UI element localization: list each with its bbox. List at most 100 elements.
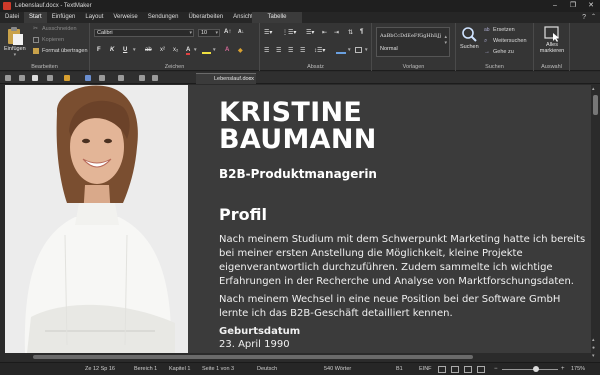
underline-button[interactable]: U: [123, 47, 127, 53]
font-color-button[interactable]: A: [186, 47, 191, 55]
close-icon[interactable]: ✕: [582, 0, 600, 12]
italic-button[interactable]: K: [110, 47, 114, 53]
save-icon[interactable]: [85, 75, 91, 81]
goto-button[interactable]: → Gehe zu: [484, 49, 514, 55]
status-insert-mode[interactable]: EINF: [419, 366, 432, 372]
candidate-name: KRISTINE BAUMANN: [219, 97, 377, 155]
vertical-scrollbar[interactable]: ▴ ▴ ● ▾: [591, 85, 600, 365]
status-language[interactable]: Deutsch: [257, 366, 277, 372]
zoom-slider-handle[interactable]: [533, 366, 539, 372]
replace-icon: ab: [484, 27, 490, 33]
scrollbar-thumb[interactable]: [593, 95, 598, 115]
tab-start[interactable]: Start: [24, 12, 47, 23]
browse-object-icon[interactable]: ●: [592, 345, 595, 351]
chevron-down-icon[interactable]: ▾: [365, 47, 368, 53]
view-outline-icon[interactable]: [464, 366, 472, 373]
style-preview: AaBbCcDdEeFfGgHhIiJj: [380, 33, 442, 39]
group-label-zeichen: Zeichen: [164, 64, 185, 70]
redo-icon[interactable]: [118, 75, 124, 81]
multilevel-list-icon[interactable]: ☰▾: [306, 29, 314, 36]
gallery-expand-icon[interactable]: ▴ ▾: [444, 34, 447, 46]
collapse-ribbon-icon[interactable]: ⌃: [591, 12, 596, 23]
tab-verweise[interactable]: Verweise: [108, 12, 142, 23]
paste-button[interactable]: Einfügen ▾: [4, 26, 26, 58]
next-page-icon[interactable]: ▾: [592, 353, 595, 359]
tab-ueberarbeiten[interactable]: Überarbeiten: [183, 12, 228, 23]
document-icon[interactable]: [47, 75, 53, 81]
select-pointer-icon[interactable]: [139, 75, 145, 81]
strikethrough-button[interactable]: ab: [145, 47, 152, 53]
chevron-down-icon[interactable]: ▾: [133, 47, 136, 53]
justify-icon[interactable]: ☰: [300, 47, 305, 54]
horizontal-scrollbar[interactable]: [5, 353, 591, 361]
customize-icon[interactable]: [152, 75, 158, 81]
help-icon[interactable]: ?: [582, 12, 586, 23]
tab-tabelle[interactable]: Tabelle: [252, 12, 302, 23]
font-name-select[interactable]: Calibri ▾: [94, 29, 194, 37]
increase-indent-icon[interactable]: ⇥: [334, 29, 339, 36]
replace-button[interactable]: ab Ersetzen: [484, 27, 515, 33]
numbered-list-icon[interactable]: ⋮☰▾: [282, 29, 296, 36]
select-all-button[interactable]: Alles markieren: [536, 26, 568, 54]
grow-font-icon[interactable]: A↑: [224, 29, 231, 35]
horizontal-scrollbar-thumb[interactable]: [33, 355, 473, 359]
superscript-button[interactable]: x²: [160, 47, 165, 53]
chevron-down-icon[interactable]: ▾: [213, 47, 216, 53]
format-painter-button[interactable]: Format übertragen: [33, 48, 88, 54]
align-right-icon[interactable]: ☰: [288, 47, 293, 54]
subscript-button[interactable]: x₂: [173, 47, 178, 53]
borders-icon[interactable]: [355, 47, 362, 53]
font-size-select[interactable]: 10 ▾: [198, 29, 220, 37]
close-tab-icon[interactable]: ×: [249, 74, 252, 84]
zoom-in-icon[interactable]: +: [561, 366, 565, 372]
zoom-slider[interactable]: [502, 369, 558, 370]
search-button[interactable]: Suchen: [460, 26, 479, 50]
undo-icon[interactable]: [99, 75, 105, 81]
document-tab[interactable]: Lebenslauf.docx ×: [196, 73, 256, 84]
align-center-icon[interactable]: ☰: [276, 47, 281, 54]
tab-datei[interactable]: Datei: [0, 12, 24, 23]
cut-button[interactable]: ✂ Ausschneiden: [33, 26, 77, 32]
pilcrow-icon[interactable]: ¶: [360, 29, 363, 35]
style-gallery[interactable]: AaBbCcDdEeFfGgHhIiJj Normal ▴ ▾: [376, 27, 450, 57]
open-folder-icon[interactable]: [64, 75, 70, 81]
clipboard-icon: [7, 27, 23, 45]
shading-icon[interactable]: [336, 47, 346, 54]
copy-button[interactable]: Kopieren: [33, 37, 64, 43]
app-icon: [3, 2, 11, 10]
group-auswahl: Alles markieren Auswahl: [534, 23, 570, 71]
chevron-down-icon[interactable]: ▾: [194, 47, 197, 53]
bold-button[interactable]: F: [97, 47, 101, 53]
pointer-icon[interactable]: [19, 75, 25, 81]
tab-layout[interactable]: Layout: [80, 12, 108, 23]
shrink-font-icon[interactable]: A↓: [238, 29, 244, 35]
tab-sendungen[interactable]: Sendungen: [143, 12, 184, 23]
bullet-list-icon[interactable]: ☰▾: [264, 29, 272, 36]
menu-icon[interactable]: [5, 75, 11, 81]
minimize-icon[interactable]: –: [546, 0, 564, 12]
zoom-out-icon[interactable]: −: [494, 366, 498, 372]
align-left-icon[interactable]: ☰: [264, 47, 269, 54]
find-next-button[interactable]: ⌕ Weitersuchen: [484, 38, 527, 44]
highlight-icon[interactable]: [202, 47, 211, 54]
scroll-up-icon[interactable]: ▴: [592, 86, 595, 92]
new-document-icon[interactable]: [32, 75, 38, 81]
sort-icon[interactable]: ⇅: [348, 29, 353, 36]
window-controls: – ❐ ✕: [546, 0, 600, 12]
clear-format-button[interactable]: A: [225, 47, 229, 53]
decrease-indent-icon[interactable]: ⇤: [322, 29, 327, 36]
chevron-down-icon[interactable]: ▾: [348, 47, 351, 53]
status-area: Bereich 1: [134, 366, 158, 372]
view-normal-icon[interactable]: [438, 366, 446, 373]
zoom-level[interactable]: 175%: [571, 366, 585, 372]
view-page-icon[interactable]: [451, 366, 459, 373]
tab-einfuegen[interactable]: Einfügen: [47, 12, 81, 23]
ribbon: Einfügen ▾ ✂ Ausschneiden Kopieren Forma…: [0, 23, 600, 71]
document-page[interactable]: KRISTINE BAUMANN B2B-Produktmanagerin Pr…: [5, 85, 591, 353]
previous-page-icon[interactable]: ▴: [592, 337, 595, 343]
text-effects-icon[interactable]: ◆: [238, 47, 243, 54]
window-title: Lebenslauf.docx - TextMaker: [15, 3, 92, 9]
line-spacing-icon[interactable]: ↕☰▾: [314, 47, 325, 54]
view-master-icon[interactable]: [477, 366, 485, 373]
restore-icon[interactable]: ❐: [564, 0, 582, 12]
